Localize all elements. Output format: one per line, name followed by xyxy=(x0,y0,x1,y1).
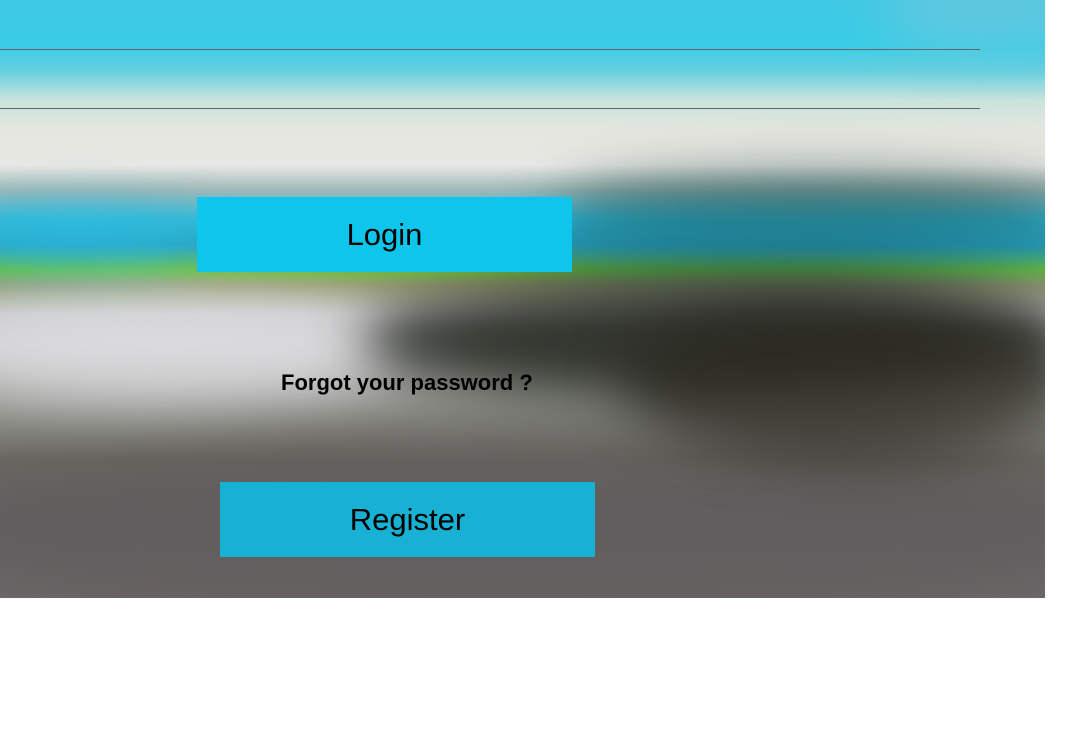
register-button[interactable]: Register xyxy=(220,482,595,557)
login-button[interactable]: Login xyxy=(197,197,572,272)
background-blur-patch xyxy=(520,200,1045,270)
background-blur-patch xyxy=(620,300,1045,460)
blurred-background-image: Login Forgot your password ? Register xyxy=(0,0,1045,598)
background-blur-patch xyxy=(0,215,200,265)
username-field[interactable] xyxy=(0,49,980,50)
background-blur-patch xyxy=(560,175,1045,235)
password-field[interactable] xyxy=(0,108,980,109)
forgot-password-link[interactable]: Forgot your password ? xyxy=(281,370,533,396)
background-blur-patch xyxy=(880,0,1045,50)
